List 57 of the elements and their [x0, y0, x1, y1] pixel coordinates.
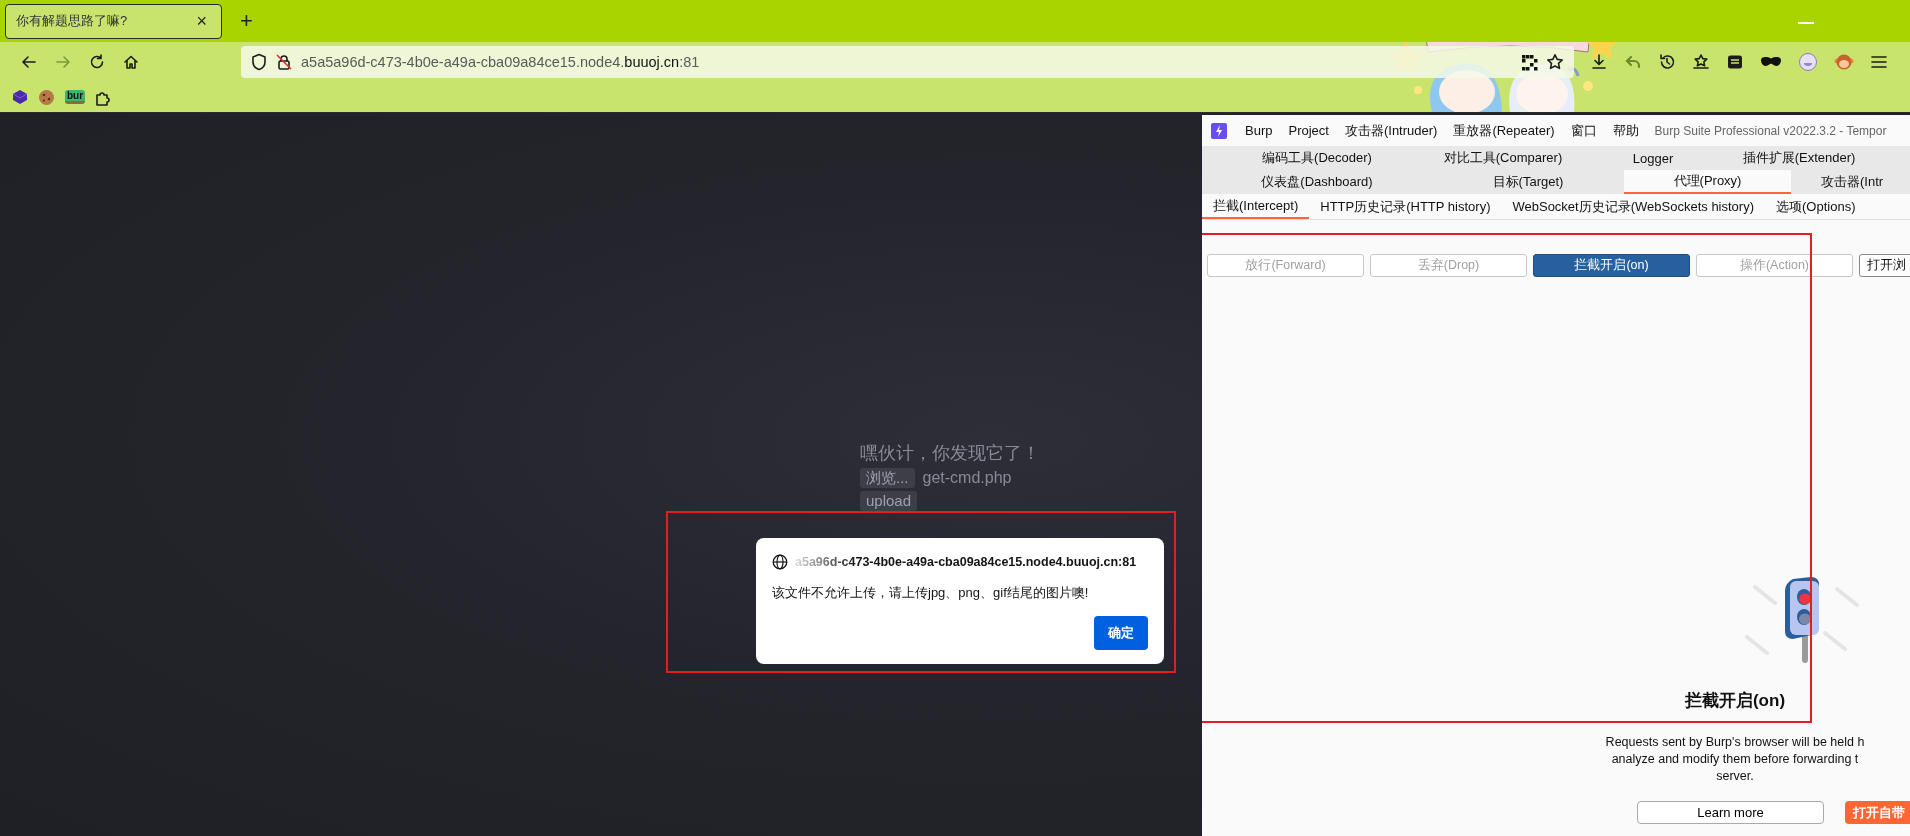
action-button[interactable]: 打开浏 — [1859, 254, 1910, 277]
file-name: get-cmd.php — [922, 469, 1012, 487]
tool-tab[interactable]: 代理(Proxy) — [1624, 170, 1791, 194]
lock-slash-icon — [275, 53, 293, 71]
browse-button[interactable]: 浏览... — [860, 468, 915, 488]
download-icon[interactable] — [1590, 53, 1608, 71]
mask-icon[interactable] — [1760, 55, 1782, 69]
upload-button[interactable]: upload — [860, 491, 918, 511]
menu-item[interactable]: Project — [1280, 123, 1337, 138]
menu-item[interactable]: 帮助 — [1604, 121, 1647, 140]
reader-icon[interactable] — [1726, 53, 1744, 71]
intercept-heading: 拦截开启(on) — [1684, 690, 1786, 712]
learn-more-button[interactable]: Learn more — [1637, 801, 1824, 824]
new-tab-button[interactable]: + — [236, 8, 257, 34]
qr-code-icon[interactable] — [1521, 53, 1538, 71]
window-title: Burp Suite Professional v2022.3.2 - Tempor — [1654, 123, 1887, 138]
tool-tab[interactable]: 插件扩展(Extender) — [1732, 146, 1866, 170]
bookmark-badge[interactable]: bur — [65, 90, 86, 104]
sub-tab[interactable]: 选项(Options) — [1765, 194, 1867, 219]
reload-icon[interactable] — [88, 53, 106, 71]
globe-icon — [772, 554, 788, 570]
address-bar[interactable]: a5a5a96d-c473-4b0e-a49a-cba09a84ce15.node4.buuoj.cn:81 — [241, 46, 1574, 78]
menu-item[interactable]: 重放器(Repeater) — [1445, 121, 1563, 140]
sub-tab[interactable]: WebSocket历史记录(WebSockets history) — [1501, 194, 1765, 219]
ok-button[interactable]: 确定 — [1094, 616, 1148, 650]
intercept-description: Requests sent by Burp's browser will be held h analyze and modify them before forwarding t server. — [1605, 734, 1865, 785]
cube-icon[interactable] — [12, 89, 28, 105]
menu-item[interactable]: 攻击器(Intruder) — [1336, 121, 1446, 140]
sub-tab[interactable]: 拦截(Intercept) — [1202, 194, 1310, 219]
back-icon[interactable] — [20, 53, 38, 71]
close-tab-button[interactable]: × — [192, 10, 211, 32]
menu-item[interactable]: 窗口 — [1562, 121, 1605, 140]
star-icon[interactable] — [1546, 53, 1564, 71]
home-icon[interactable] — [122, 53, 140, 71]
shield-icon — [251, 53, 267, 71]
tool-tab[interactable]: 攻击器(Intr — [1791, 170, 1910, 194]
dialog-origin: a5a96d-c473-4b0e-a49a-cba09a84ce15.node4.buuoj.cn:81 — [795, 555, 1137, 569]
extension-icon[interactable] — [1798, 52, 1818, 72]
bookmark-star-icon[interactable] — [1692, 53, 1710, 71]
dialog-message: 该文件不允许上传，请上传jpg、png、gif结尾的图片噢! — [772, 584, 1090, 602]
history-icon[interactable] — [1658, 53, 1676, 71]
tool-tab[interactable]: 对比工具(Comparer) — [1432, 146, 1574, 170]
tool-tab[interactable]: 仪表盘(Dashboard) — [1202, 170, 1432, 194]
monkey-icon[interactable] — [1834, 52, 1854, 72]
cookie-icon[interactable] — [38, 88, 55, 106]
sub-tab[interactable]: HTTP历史记录(HTTP history) — [1309, 194, 1502, 219]
burp-logo-icon — [1211, 122, 1227, 139]
menu-item[interactable]: Burp — [1237, 123, 1281, 138]
url-text: a5a5a96d-c473-4b0e-a49a-cba09a84ce15.node4.buuoj.cn:81 — [301, 54, 701, 70]
browser-tab[interactable]: 你有解题思路了嘛? × — [5, 3, 222, 39]
tool-tab[interactable]: 编码工具(Decoder) — [1202, 146, 1432, 170]
tool-tab[interactable]: Logger — [1574, 146, 1732, 170]
tool-tab[interactable]: 目标(Target) — [1432, 170, 1624, 194]
action-button[interactable]: 拦截开启(on) — [1533, 254, 1690, 277]
undo-icon[interactable] — [1624, 53, 1642, 71]
menu-icon[interactable] — [1870, 54, 1888, 70]
page-heading: 嘿伙计，你发现它了！ — [860, 442, 1040, 465]
